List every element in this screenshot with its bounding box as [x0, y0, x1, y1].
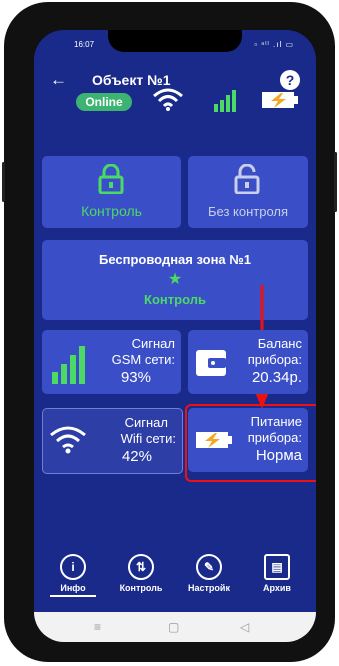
- nav-label-settings: Настройк: [188, 583, 230, 593]
- help-icon[interactable]: ?: [280, 70, 300, 90]
- swap-icon: ⇅: [128, 554, 154, 580]
- gsm-label-1: Сигнал: [131, 336, 175, 351]
- wifi-value: 42%: [121, 448, 152, 465]
- wifi-icon: [153, 88, 183, 111]
- home-icon[interactable]: ▢: [168, 620, 179, 634]
- back-nav-icon[interactable]: ◁: [240, 620, 249, 634]
- balance-label-1: Баланс: [257, 336, 302, 351]
- wifi-label-1: Сигнал: [124, 415, 168, 430]
- balance-label-2: прибора:: [247, 352, 302, 367]
- nav-label-archive: Архив: [263, 583, 291, 593]
- wifi-signal-card[interactable]: Сигнал Wifi сети: 42%: [42, 408, 183, 474]
- info-icon: i: [60, 554, 86, 580]
- gsm-signal-card[interactable]: Сигнал GSM сети: 93%: [42, 330, 181, 394]
- balance-card[interactable]: Баланс прибора: 20.34р.: [188, 330, 308, 394]
- nav-item-control[interactable]: ⇅ Контроль: [108, 550, 174, 593]
- gsm-label-2: GSM сети:: [111, 352, 175, 367]
- status-time: 16:07: [74, 40, 95, 49]
- wifi-label-2: Wifi сети:: [120, 431, 176, 446]
- nav-label-info: Инфо: [50, 583, 96, 597]
- phone-frame: 16:07 ▫ ⁿˡˡ .ıl ▭ ← Объект №1 ? Online К…: [2, 2, 337, 662]
- gsm-bars-icon: [52, 346, 85, 384]
- lock-open-icon: [234, 164, 260, 194]
- highlight-frame: [185, 404, 316, 482]
- app-screen: 16:07 ▫ ⁿˡˡ .ıl ▭ ← Объект №1 ? Online К…: [34, 30, 316, 642]
- control-button[interactable]: Контроль: [42, 156, 181, 228]
- menu-icon[interactable]: ≡: [94, 620, 101, 634]
- nav-item-settings[interactable]: ✎ Настройк: [176, 550, 242, 593]
- back-arrow-icon[interactable]: ←: [50, 70, 67, 90]
- bottom-nav: i Инфо ⇅ Контроль ✎ Настройк ▤ Архив: [34, 550, 316, 610]
- wallet-icon: [196, 350, 226, 376]
- wrench-icon: ✎: [196, 554, 222, 580]
- power-button: [334, 152, 337, 212]
- status-icons: ▫ ⁿˡˡ .ıl ▭: [254, 40, 294, 49]
- balance-value: 20.34р.: [251, 369, 302, 386]
- page-title: Объект №1: [92, 72, 171, 88]
- no-control-button[interactable]: Без контроля: [188, 156, 308, 228]
- no-control-label: Без контроля: [207, 204, 289, 219]
- wifi-signal-icon: [50, 426, 86, 454]
- volume-button: [2, 162, 5, 202]
- nav-label-control: Контроль: [119, 583, 163, 593]
- calendar-icon: ▤: [264, 554, 290, 580]
- nav-item-archive[interactable]: ▤ Архив: [244, 550, 310, 593]
- system-nav-bar: ≡ ▢ ◁: [34, 612, 316, 642]
- status-bar: 16:07 ▫ ⁿˡˡ .ıl ▭: [34, 30, 316, 56]
- battery-charging-icon: [262, 92, 298, 108]
- gsm-value: 93%: [120, 369, 151, 386]
- online-badge: Online: [76, 93, 132, 111]
- signal-bars-icon: [214, 90, 236, 112]
- control-label: Контроль: [81, 203, 142, 219]
- lock-closed-icon: [98, 164, 124, 194]
- nav-item-info[interactable]: i Инфо: [40, 550, 106, 597]
- zone-title: Беспроводная зона №1: [99, 252, 251, 267]
